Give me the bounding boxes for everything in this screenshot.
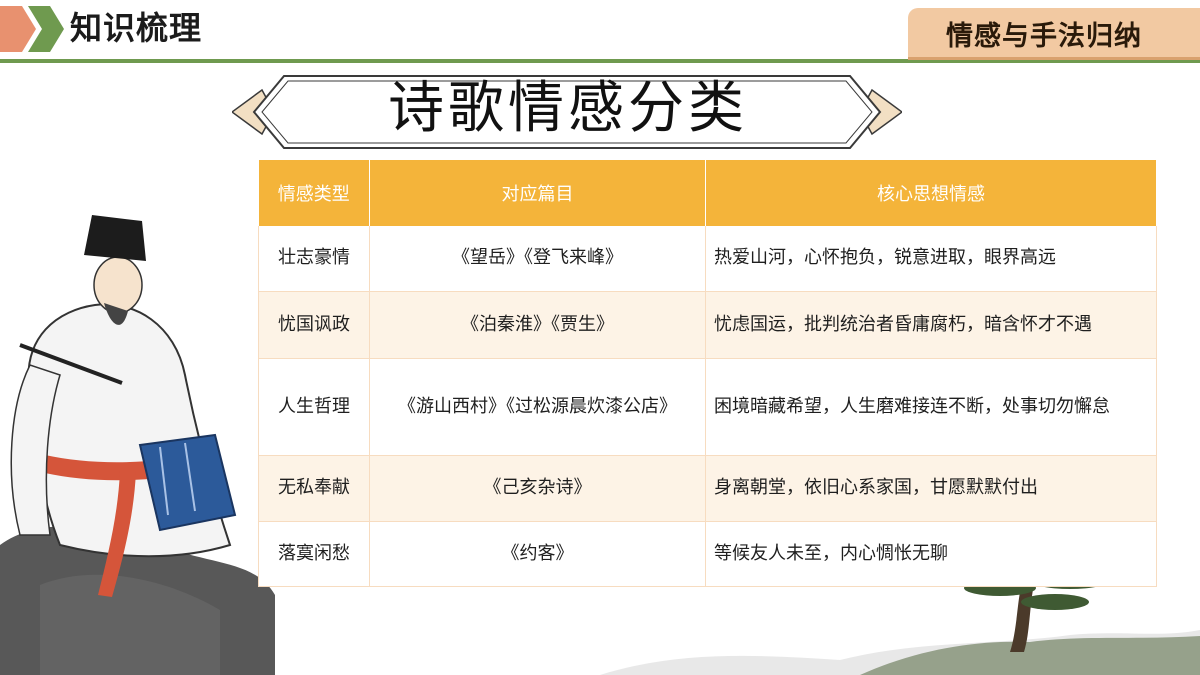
table-row: 落寞闲愁 《约客》 等候友人未至，内心惆怅无聊 xyxy=(258,521,1157,587)
works-cell: 《约客》 xyxy=(369,521,706,587)
table-row: 无私奉献 《己亥杂诗》 身离朝堂，依旧心系家国，甘愿默默付出 xyxy=(258,455,1157,522)
topic-tag-label: 情感与手法归纳 xyxy=(946,21,1142,52)
column-header: 核心思想情感 xyxy=(705,160,1157,226)
works-cell: 《望岳》《登飞来峰》 xyxy=(369,226,706,292)
works-cell: 《泊秦淮》《贾生》 xyxy=(369,291,706,359)
emotion-type-cell: 人生哲理 xyxy=(258,358,370,456)
emotion-type-cell: 无私奉献 xyxy=(258,455,370,522)
emotion-type-cell: 壮志豪情 xyxy=(258,226,370,292)
column-header: 情感类型 xyxy=(258,160,370,226)
topic-tag: 情感与手法归纳 xyxy=(908,8,1200,60)
emotion-type-cell: 忧国讽政 xyxy=(258,291,370,359)
emotion-cell: 身离朝堂，依旧心系家国，甘愿默默付出 xyxy=(705,455,1157,522)
emotion-cell: 困境暗藏希望，人生磨难接连不断，处事切勿懈怠 xyxy=(705,358,1157,456)
emotion-cell: 忧虑国运，批判统治者昏庸腐朽，暗含怀才不遇 xyxy=(705,291,1157,359)
emotion-cell: 等候友人未至，内心惆怅无聊 xyxy=(705,521,1157,587)
table-row: 人生哲理 《游山西村》《过松源晨炊漆公店》 困境暗藏希望，人生磨难接连不断，处事… xyxy=(258,358,1157,456)
column-header: 对应篇目 xyxy=(369,160,706,226)
works-cell: 《己亥杂诗》 xyxy=(369,455,706,522)
table-row: 壮志豪情 《望岳》《登飞来峰》 热爱山河，心怀抱负，锐意进取，眼界高远 xyxy=(258,226,1157,292)
emotion-table: 情感类型 对应篇目 核心思想情感 壮志豪情 《望岳》《登飞来峰》 热爱山河，心怀… xyxy=(258,160,1157,587)
table-header-row: 情感类型 对应篇目 核心思想情感 xyxy=(258,160,1157,226)
chevron-icon xyxy=(28,6,64,52)
emotion-cell: 热爱山河，心怀抱负，锐意进取，眼界高远 xyxy=(705,226,1157,292)
banner-title: 诗歌情感分类 xyxy=(388,76,748,141)
emotion-type-cell: 落寞闲愁 xyxy=(258,521,370,587)
poet-illustration xyxy=(0,215,275,675)
section-title: 知识梳理 xyxy=(70,9,203,47)
table-row: 忧国讽政 《泊秦淮》《贾生》 忧虑国运，批判统治者昏庸腐朽，暗含怀才不遇 xyxy=(258,291,1157,359)
works-cell: 《游山西村》《过松源晨炊漆公店》 xyxy=(369,358,706,456)
